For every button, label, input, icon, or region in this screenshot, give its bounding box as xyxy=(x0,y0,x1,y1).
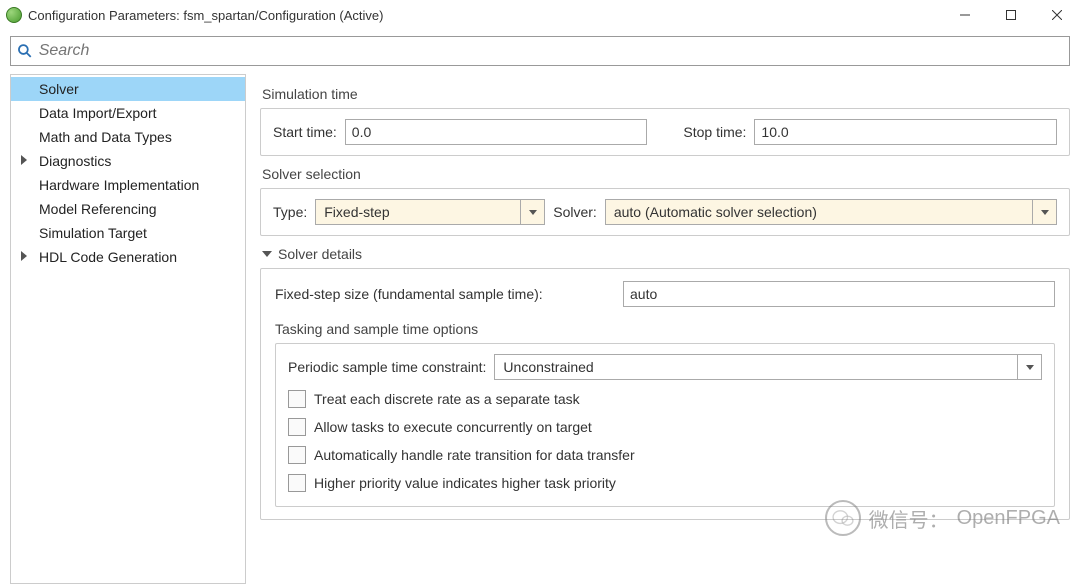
checkbox-label: Automatically handle rate transition for… xyxy=(314,447,635,463)
window-title: Configuration Parameters: fsm_spartan/Co… xyxy=(28,8,384,23)
fixed-step-size-input[interactable] xyxy=(623,281,1055,307)
chevron-right-icon xyxy=(21,155,27,165)
fixed-step-size-label: Fixed-step size (fundamental sample time… xyxy=(275,286,615,302)
sidebar-item-label: Diagnostics xyxy=(39,153,111,169)
solver-selection-label: Solver selection xyxy=(262,166,1070,182)
close-icon xyxy=(1052,10,1062,20)
search-input[interactable] xyxy=(37,41,1063,61)
minimize-button[interactable] xyxy=(942,0,988,30)
solver-details-disclosure[interactable]: Solver details xyxy=(262,246,1070,262)
checkbox[interactable] xyxy=(288,390,306,408)
sidebar: Solver Data Import/Export Math and Data … xyxy=(10,74,246,584)
stop-time-input[interactable] xyxy=(754,119,1057,145)
checkbox-row-rate-transition[interactable]: Automatically handle rate transition for… xyxy=(288,446,1042,464)
sidebar-item-label: HDL Code Generation xyxy=(39,249,177,265)
start-time-input[interactable] xyxy=(345,119,648,145)
sidebar-item-label: Solver xyxy=(39,81,79,97)
title-bar: Configuration Parameters: fsm_spartan/Co… xyxy=(0,0,1080,30)
sidebar-item-label: Data Import/Export xyxy=(39,105,157,121)
chevron-down-icon xyxy=(262,251,272,257)
checkbox-label: Higher priority value indicates higher t… xyxy=(314,475,616,491)
tasking-options-label: Tasking and sample time options xyxy=(275,321,1055,337)
type-label: Type: xyxy=(273,204,307,220)
sidebar-item-simulation-target[interactable]: Simulation Target xyxy=(11,221,245,245)
sidebar-item-hdl-code-generation[interactable]: HDL Code Generation xyxy=(11,245,245,269)
app-icon xyxy=(6,7,22,23)
checkbox-row-concurrent[interactable]: Allow tasks to execute concurrently on t… xyxy=(288,418,1042,436)
checkbox-label: Treat each discrete rate as a separate t… xyxy=(314,391,580,407)
sidebar-item-label: Math and Data Types xyxy=(39,129,172,145)
checkbox-row-separate-task[interactable]: Treat each discrete rate as a separate t… xyxy=(288,390,1042,408)
solver-details-panel: Fixed-step size (fundamental sample time… xyxy=(260,268,1070,520)
sidebar-item-label: Simulation Target xyxy=(39,225,147,241)
simulation-time-label: Simulation time xyxy=(262,86,1070,102)
type-value: Fixed-step xyxy=(316,204,520,220)
periodic-constraint-dropdown[interactable]: Unconstrained xyxy=(494,354,1042,380)
chevron-down-icon xyxy=(520,200,544,224)
solver-value: auto (Automatic solver selection) xyxy=(606,204,1032,220)
solver-dropdown[interactable]: auto (Automatic solver selection) xyxy=(605,199,1057,225)
sidebar-item-data-import-export[interactable]: Data Import/Export xyxy=(11,101,245,125)
search-bar[interactable] xyxy=(10,36,1070,66)
chevron-down-icon xyxy=(1017,355,1041,379)
solver-label: Solver: xyxy=(553,204,597,220)
close-button[interactable] xyxy=(1034,0,1080,30)
checkbox[interactable] xyxy=(288,418,306,436)
solver-selection-panel: Type: Fixed-step Solver: auto (Automatic… xyxy=(260,188,1070,236)
stop-time-label: Stop time: xyxy=(683,124,746,140)
maximize-button[interactable] xyxy=(988,0,1034,30)
simulation-time-panel: Start time: Stop time: xyxy=(260,108,1070,156)
search-icon xyxy=(17,43,33,59)
checkbox-row-priority[interactable]: Higher priority value indicates higher t… xyxy=(288,474,1042,492)
periodic-constraint-label: Periodic sample time constraint: xyxy=(288,359,486,375)
sidebar-item-model-referencing[interactable]: Model Referencing xyxy=(11,197,245,221)
checkbox[interactable] xyxy=(288,474,306,492)
start-time-label: Start time: xyxy=(273,124,337,140)
sidebar-item-diagnostics[interactable]: Diagnostics xyxy=(11,149,245,173)
content-pane: Simulation time Start time: Stop time: S… xyxy=(246,74,1070,566)
solver-details-label: Solver details xyxy=(278,246,362,262)
maximize-icon xyxy=(1006,10,1016,20)
chevron-down-icon xyxy=(1032,200,1056,224)
tasking-options-panel: Periodic sample time constraint: Unconst… xyxy=(275,343,1055,507)
sidebar-item-solver[interactable]: Solver xyxy=(11,77,245,101)
periodic-constraint-value: Unconstrained xyxy=(495,359,1017,375)
sidebar-item-hardware-implementation[interactable]: Hardware Implementation xyxy=(11,173,245,197)
chevron-right-icon xyxy=(21,251,27,261)
checkbox[interactable] xyxy=(288,446,306,464)
sidebar-item-label: Hardware Implementation xyxy=(39,177,199,193)
checkbox-label: Allow tasks to execute concurrently on t… xyxy=(314,419,592,435)
minimize-icon xyxy=(960,10,970,20)
type-dropdown[interactable]: Fixed-step xyxy=(315,199,545,225)
sidebar-item-math-data-types[interactable]: Math and Data Types xyxy=(11,125,245,149)
sidebar-item-label: Model Referencing xyxy=(39,201,157,217)
